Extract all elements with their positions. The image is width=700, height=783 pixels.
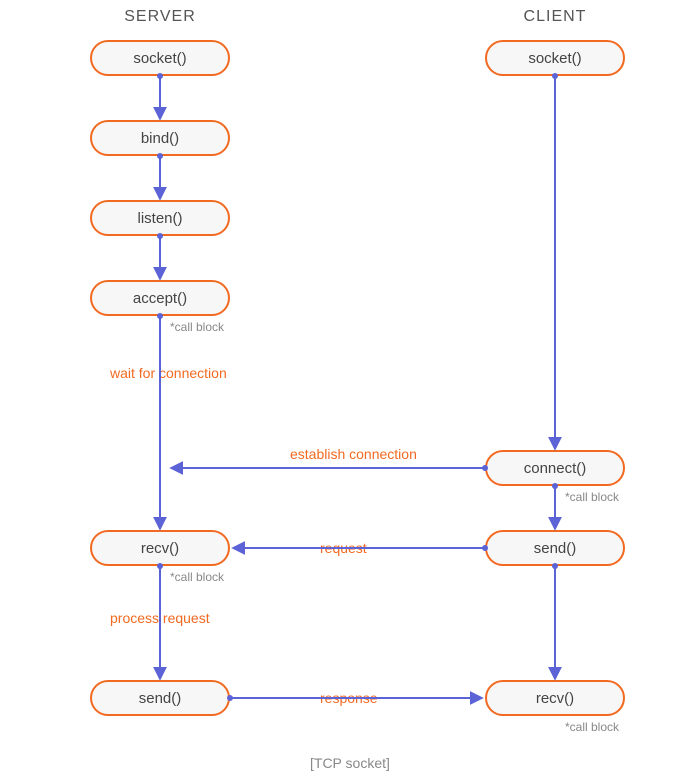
server-socket-node: socket() [90,40,230,76]
wires-svg [0,0,700,783]
client-send-node: send() [485,530,625,566]
client-column-title: CLIENT [475,8,635,26]
label-request: request [320,540,367,556]
label-response: response [320,690,378,706]
client-recv-node: recv() [485,680,625,716]
server-accept-annot: *call block [170,320,224,334]
diagram-stage: SERVER CLIENT socket() bind() listen() a… [0,0,700,783]
server-listen-node: listen() [90,200,230,236]
server-recv-node: recv() [90,530,230,566]
server-send-node: send() [90,680,230,716]
label-process-request: process request [110,610,210,626]
diagram-caption: [TCP socket] [310,755,390,771]
client-connect-annot: *call block [565,490,619,504]
label-establish-connection: establish connection [290,446,417,462]
server-bind-node: bind() [90,120,230,156]
server-accept-node: accept() [90,280,230,316]
client-connect-node: connect() [485,450,625,486]
server-column-title: SERVER [80,8,240,26]
client-recv-annot: *call block [565,720,619,734]
label-wait-for-connection: wait for connection [110,365,227,381]
client-socket-node: socket() [485,40,625,76]
server-recv-annot: *call block [170,570,224,584]
